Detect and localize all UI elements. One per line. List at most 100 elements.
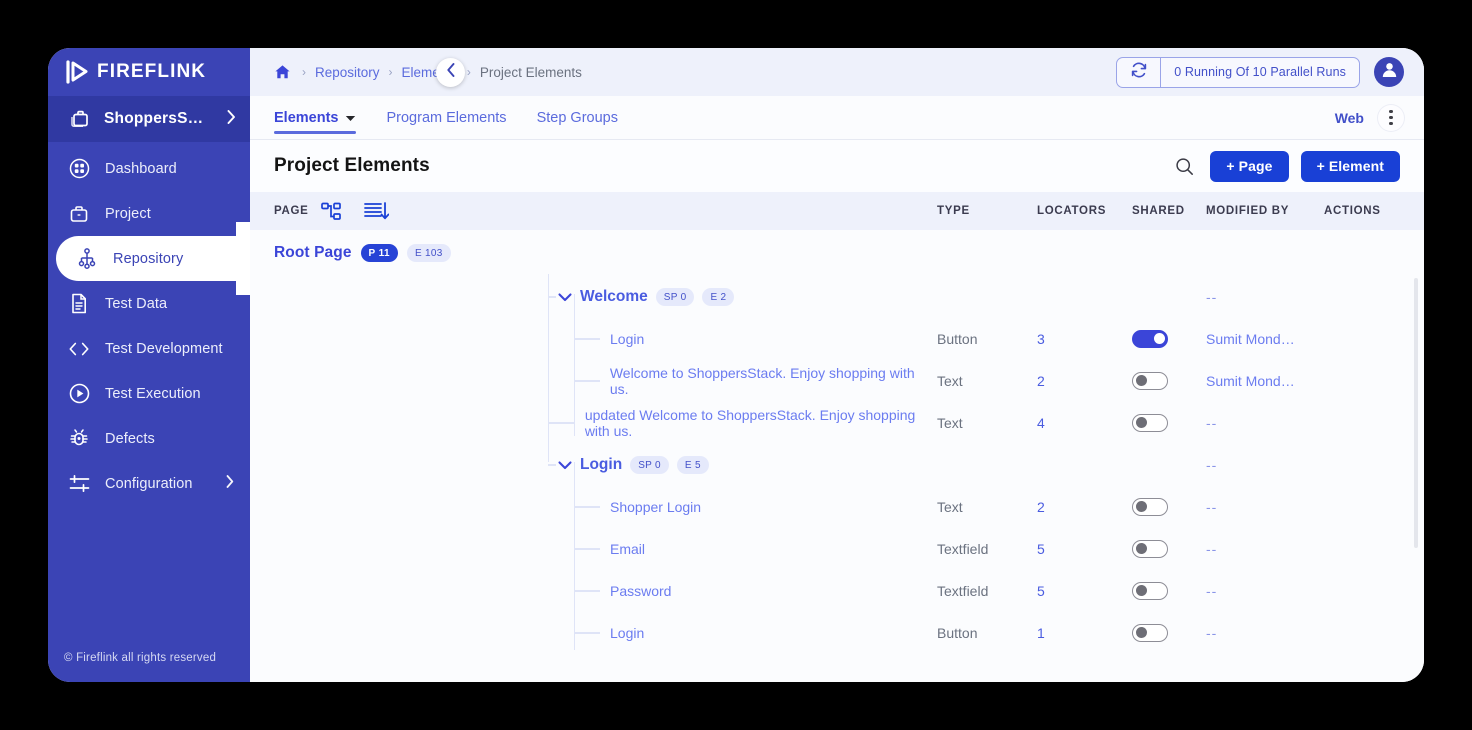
table-row[interactable]: Password Textfield 5 -- bbox=[250, 570, 1424, 612]
chevron-left-icon bbox=[446, 63, 456, 82]
dashboard-grid-icon bbox=[68, 158, 90, 180]
page-name-link[interactable]: Root Page bbox=[274, 244, 352, 262]
table-row[interactable]: Root Page P 11 E 103 bbox=[250, 230, 1424, 276]
brand-logo[interactable]: FIREFLINK bbox=[48, 48, 250, 96]
kebab-menu-icon[interactable] bbox=[1378, 104, 1404, 131]
sidebar-item-dashboard[interactable]: Dashboard bbox=[48, 146, 250, 191]
sidebar-project-selector[interactable]: ShoppersS… bbox=[48, 96, 250, 142]
tree-connector-line bbox=[574, 632, 600, 634]
cell-modified-by: -- bbox=[1206, 541, 1218, 557]
row-name-cell: Welcome to ShoppersStack. Enjoy shopping… bbox=[610, 365, 937, 397]
table-body: Root Page P 11 E 103 Welcome SP 0 E 2 --… bbox=[250, 230, 1424, 682]
table-row[interactable]: Login Button 1 -- bbox=[250, 612, 1424, 654]
sidebar-item-test-execution[interactable]: Test Execution bbox=[48, 371, 250, 416]
group-name-link[interactable]: Login bbox=[580, 456, 622, 474]
tab-program-elements[interactable]: Program Elements bbox=[386, 96, 506, 140]
cell-modified-by: -- bbox=[1206, 415, 1218, 431]
search-icon[interactable] bbox=[1175, 157, 1194, 176]
sort-descending-icon[interactable] bbox=[363, 201, 389, 221]
sidebar-item-configuration[interactable]: Configuration bbox=[48, 461, 250, 506]
sidebar-item-label: Test Execution bbox=[105, 385, 201, 402]
element-name-link[interactable]: Welcome to ShoppersStack. Enjoy shopping… bbox=[610, 365, 937, 397]
avatar[interactable] bbox=[1374, 57, 1404, 87]
cell-shared bbox=[1132, 624, 1206, 642]
tree-connector-line bbox=[574, 506, 600, 508]
shared-toggle[interactable] bbox=[1132, 372, 1168, 390]
column-header-modified-by: MODIFIED BY bbox=[1206, 205, 1290, 217]
refresh-runs-button[interactable] bbox=[1117, 57, 1162, 87]
table-row[interactable]: Shopper Login Text 2 -- bbox=[250, 486, 1424, 528]
sidebar-item-defects[interactable]: Defects bbox=[48, 416, 250, 461]
row-name-cell: Login bbox=[610, 625, 644, 641]
table-header-page-group: PAGE bbox=[274, 201, 389, 221]
element-name-link[interactable]: Login bbox=[610, 331, 644, 347]
cell-locators: 3 bbox=[1037, 331, 1045, 347]
chevron-right-icon bbox=[227, 109, 236, 129]
element-name-link[interactable]: Email bbox=[610, 541, 645, 557]
row-name-cell: Root Page P 11 E 103 bbox=[274, 244, 451, 262]
tree-connector-line bbox=[548, 296, 556, 298]
tree-connector-line bbox=[548, 464, 556, 466]
status-badge: E 2 bbox=[702, 288, 735, 306]
home-icon[interactable] bbox=[274, 64, 291, 80]
cell-modified-by: -- bbox=[1206, 625, 1218, 641]
sidebar-item-repository[interactable]: Repository bbox=[56, 222, 250, 295]
sidebar-item-project[interactable]: Project bbox=[48, 191, 250, 236]
page-actions: + Page + Element bbox=[1175, 150, 1400, 182]
shared-toggle[interactable] bbox=[1132, 414, 1168, 432]
table-header: PAGE TYPE LOCATORS SHARED MODIFIED BY AC… bbox=[250, 192, 1424, 230]
tree-connector-line bbox=[574, 548, 600, 550]
chevron-down-icon[interactable] bbox=[558, 460, 572, 470]
breadcrumb-separator: › bbox=[388, 65, 393, 79]
group-name-link[interactable]: Welcome bbox=[580, 288, 648, 306]
hierarchy-tree-icon[interactable] bbox=[320, 202, 342, 221]
cell-locators: 2 bbox=[1037, 373, 1045, 389]
row-name-cell: Login SP 0 E 5 bbox=[558, 456, 709, 474]
repository-node-icon bbox=[76, 248, 98, 270]
cell-type: Button bbox=[937, 331, 978, 347]
chevron-down-icon bbox=[345, 110, 356, 126]
status-badge: SP 0 bbox=[630, 456, 669, 474]
tab-step-groups[interactable]: Step Groups bbox=[537, 96, 618, 140]
table-row[interactable]: Welcome SP 0 E 2 -- bbox=[250, 276, 1424, 318]
cell-locators: 5 bbox=[1037, 583, 1045, 599]
user-avatar-icon bbox=[1380, 60, 1399, 84]
sidebar-item-label: Test Data bbox=[105, 295, 168, 312]
shared-toggle[interactable] bbox=[1132, 498, 1168, 516]
shared-toggle[interactable] bbox=[1132, 540, 1168, 558]
add-element-button[interactable]: + Element bbox=[1300, 150, 1400, 182]
sidebar-item-test-data[interactable]: Test Data bbox=[48, 281, 250, 326]
sidebar-item-test-development[interactable]: Test Development bbox=[48, 326, 250, 371]
cell-modified-by: Sumit Mond… bbox=[1206, 373, 1295, 389]
briefcase-icon bbox=[68, 108, 90, 130]
element-name-link[interactable]: Login bbox=[610, 625, 644, 641]
sidebar-footer: © Fireflink all rights reserved bbox=[64, 652, 217, 664]
status-badge: SP 0 bbox=[655, 288, 695, 306]
tab-elements[interactable]: Elements bbox=[274, 96, 357, 140]
cell-shared bbox=[1132, 414, 1206, 432]
app-window: FIREFLINK ShoppersS… Dashboard Project R… bbox=[48, 48, 1424, 682]
table-row[interactable]: updated Welcome to ShoppersStack. Enjoy … bbox=[250, 402, 1424, 444]
chevron-right-icon bbox=[226, 475, 234, 492]
table-row[interactable]: Welcome to ShoppersStack. Enjoy shopping… bbox=[250, 360, 1424, 402]
sidebar-collapse-button[interactable] bbox=[436, 58, 465, 87]
shared-toggle[interactable] bbox=[1132, 330, 1168, 348]
table-row[interactable]: Login Button 3 Sumit Mond… bbox=[250, 318, 1424, 360]
element-name-link[interactable]: updated Welcome to ShoppersStack. Enjoy … bbox=[585, 407, 937, 439]
element-name-link[interactable]: Shopper Login bbox=[610, 499, 701, 515]
sidebar-item-label: Configuration bbox=[105, 475, 193, 492]
table-row[interactable]: Login SP 0 E 5 -- bbox=[250, 444, 1424, 486]
cell-modified-by: -- bbox=[1206, 289, 1218, 305]
chevron-down-icon[interactable] bbox=[558, 292, 572, 302]
tree-connector-line bbox=[574, 338, 600, 340]
element-name-link[interactable]: Password bbox=[610, 583, 671, 599]
add-page-button[interactable]: + Page bbox=[1210, 150, 1289, 182]
shared-toggle[interactable] bbox=[1132, 624, 1168, 642]
vertical-scrollbar[interactable] bbox=[1414, 278, 1418, 548]
shared-toggle[interactable] bbox=[1132, 582, 1168, 600]
row-name-cell: Login bbox=[610, 331, 644, 347]
cell-shared bbox=[1132, 540, 1206, 558]
breadcrumb-item-repository[interactable]: Repository bbox=[315, 65, 380, 80]
top-header-right: 0 Running Of 10 Parallel Runs bbox=[1116, 56, 1404, 88]
table-row[interactable]: Email Textfield 5 -- bbox=[250, 528, 1424, 570]
